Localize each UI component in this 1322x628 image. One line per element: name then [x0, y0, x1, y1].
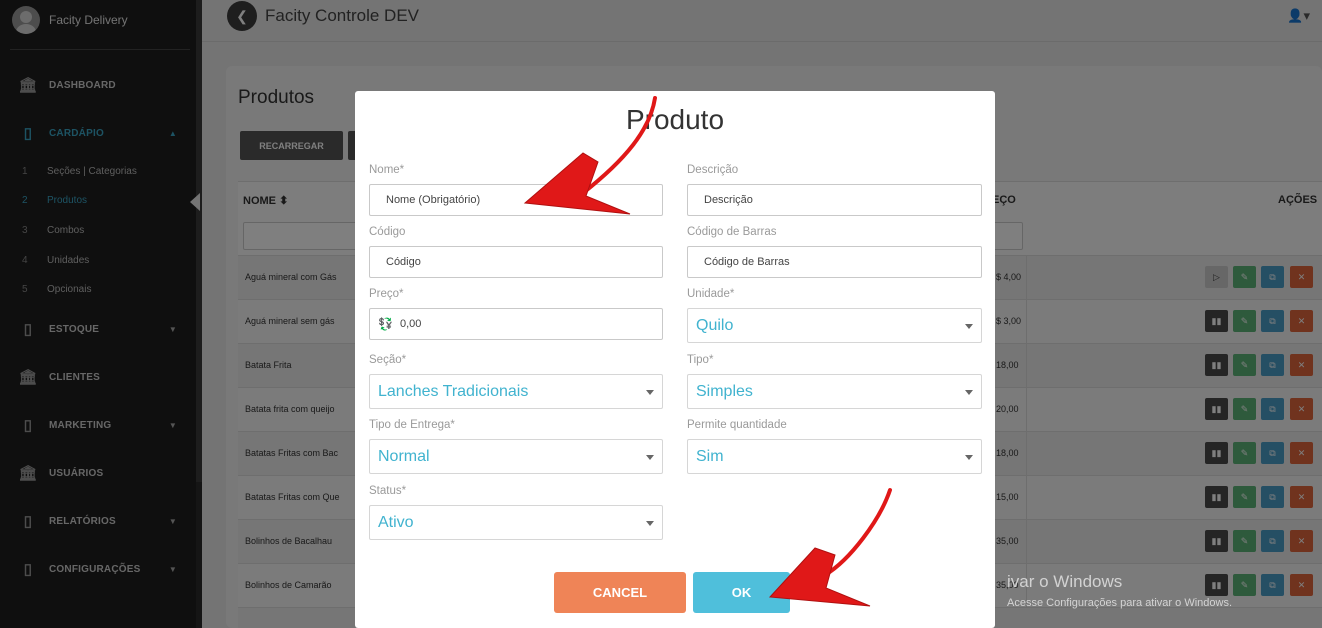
permite-quantidade-value: Sim — [696, 447, 724, 465]
chevron-down-icon — [965, 390, 973, 395]
permite-quantidade-label: Permite quantidade — [687, 419, 787, 431]
preco-value: 0,00 — [399, 318, 422, 330]
money-icon: 💱 — [378, 317, 393, 331]
chevron-down-icon — [646, 390, 654, 395]
permite-quantidade-select[interactable]: Sim — [687, 439, 982, 474]
cancel-button[interactable]: CANCEL — [554, 572, 686, 613]
tipo-select[interactable]: Simples — [687, 374, 982, 409]
windows-activation-text: Acesse Configurações para ativar o Windo… — [1007, 597, 1232, 609]
unidade-value: Quilo — [696, 316, 734, 334]
descricao-field[interactable]: Descrição — [687, 184, 982, 216]
status-select[interactable]: Ativo — [369, 505, 663, 540]
codigo-label: Código — [369, 226, 406, 238]
codigo-barras-field[interactable]: Código de Barras — [687, 246, 982, 278]
chevron-down-icon — [646, 521, 654, 526]
status-value: Ativo — [378, 513, 414, 531]
ok-button[interactable]: OK — [693, 572, 790, 613]
tipo-value: Simples — [696, 382, 753, 400]
chevron-down-icon — [965, 324, 973, 329]
secao-label: Seção* — [369, 354, 407, 366]
codigo-barras-label: Código de Barras — [687, 226, 777, 238]
product-modal: Produto Nome* Nome (Obrigatório) Descriç… — [355, 91, 995, 628]
secao-value: Lanches Tradicionais — [378, 382, 529, 400]
nome-label: Nome* — [369, 164, 405, 176]
unidade-label: Unidade* — [687, 288, 735, 300]
chevron-down-icon — [646, 455, 654, 460]
secao-select[interactable]: Lanches Tradicionais — [369, 374, 663, 409]
preco-field[interactable]: 💱 0,00 — [369, 308, 663, 340]
tipo-entrega-select[interactable]: Normal — [369, 439, 663, 474]
descricao-label: Descrição — [687, 164, 739, 176]
unidade-select[interactable]: Quilo — [687, 308, 982, 343]
tipo-label: Tipo* — [687, 354, 714, 366]
modal-title: Produto — [625, 104, 725, 135]
windows-activation-title: ivar o Windows — [1007, 572, 1123, 591]
status-label: Status* — [369, 485, 407, 497]
chevron-down-icon — [965, 455, 973, 460]
nome-field[interactable]: Nome (Obrigatório) — [369, 184, 663, 216]
tipo-entrega-value: Normal — [378, 447, 430, 465]
codigo-field[interactable]: Código — [369, 246, 663, 278]
preco-label: Preço* — [369, 288, 404, 300]
tipo-entrega-label: Tipo de Entrega* — [369, 419, 455, 431]
